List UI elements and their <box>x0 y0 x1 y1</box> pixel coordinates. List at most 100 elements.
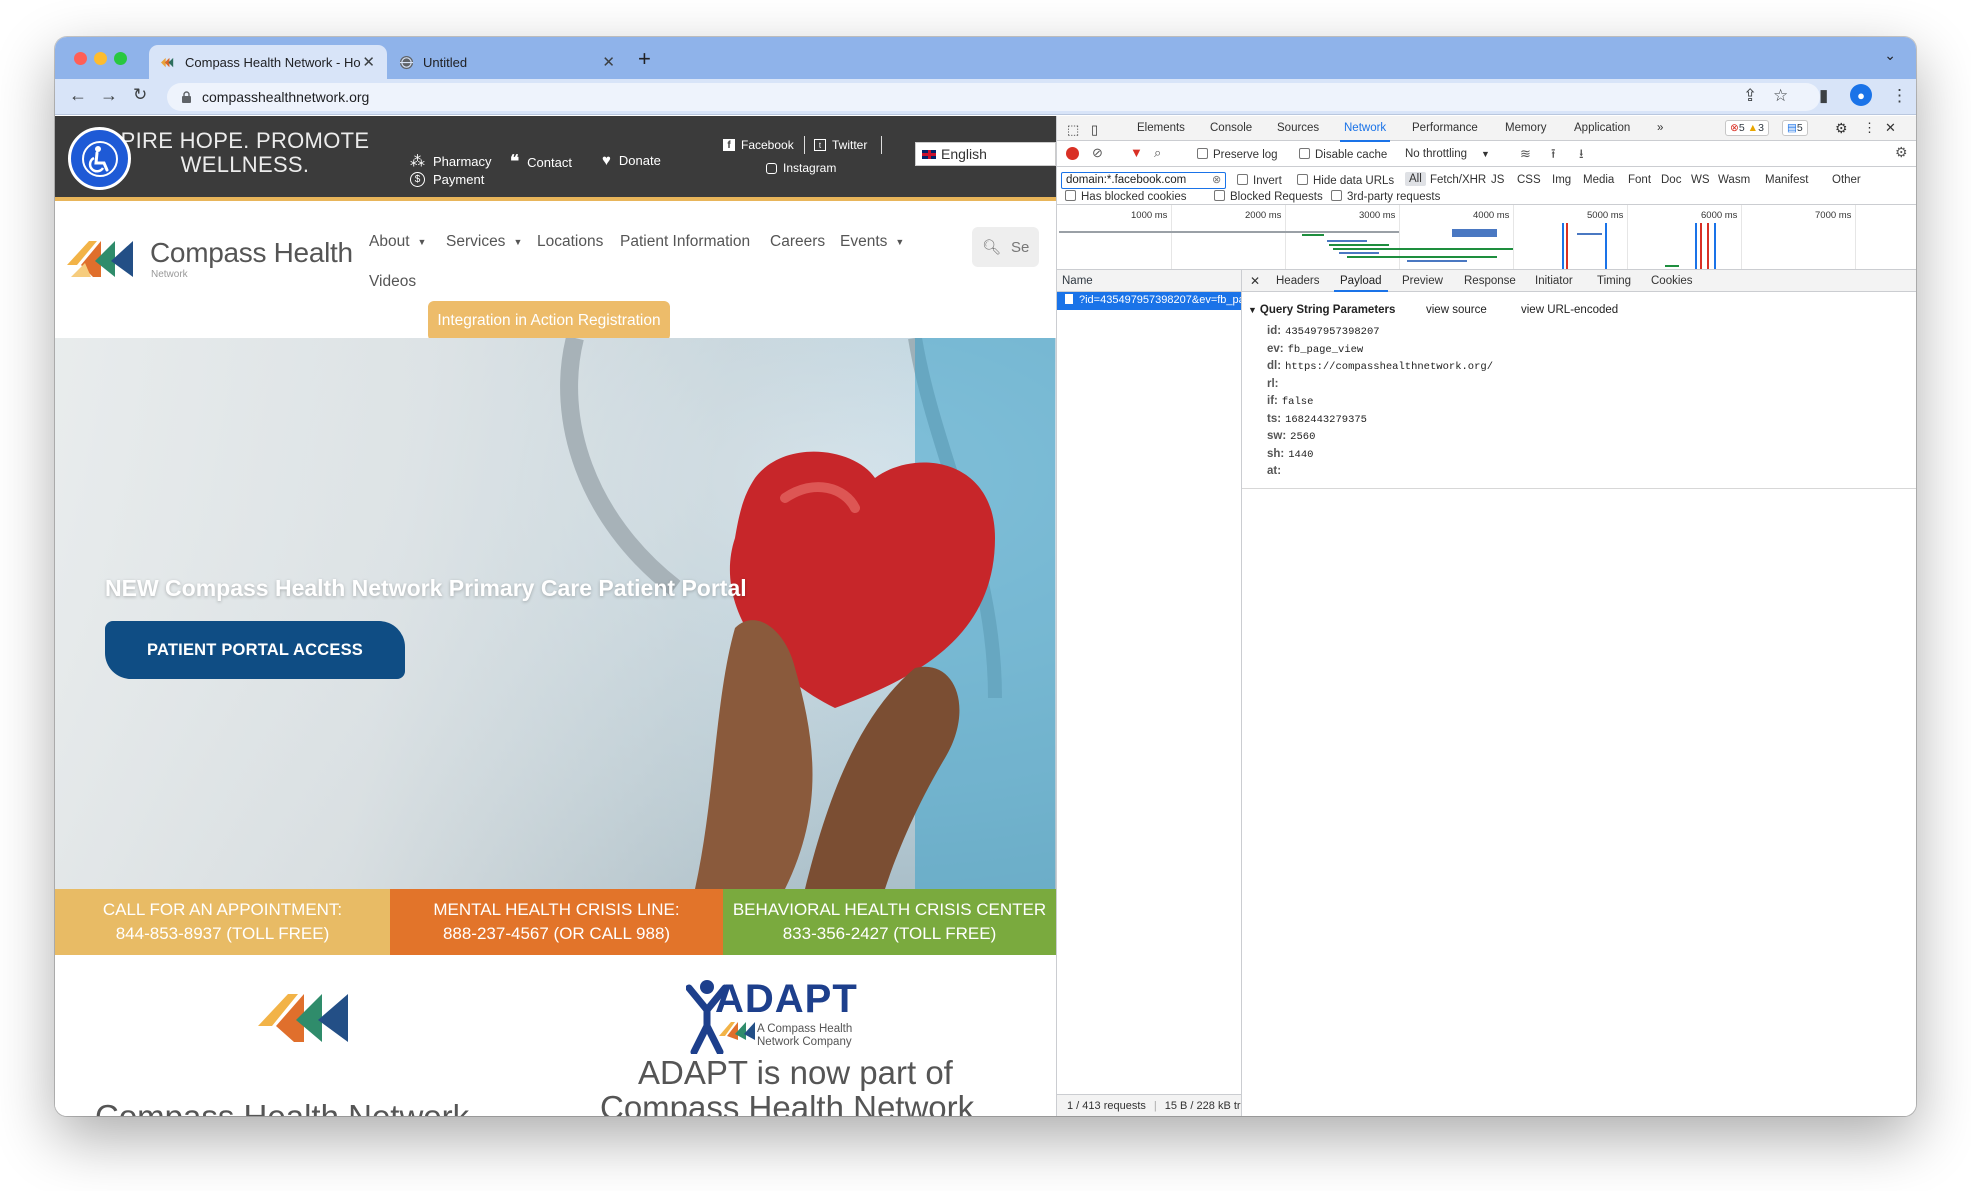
blocked-requests-checkbox[interactable]: Blocked Requests <box>1214 190 1323 203</box>
filter-css[interactable]: CSS <box>1517 174 1541 186</box>
import-har-icon[interactable]: ⭱ <box>1551 145 1556 167</box>
site-search[interactable]: 🔍︎ Se <box>972 227 1039 267</box>
nav-about[interactable]: About ▼ <box>369 233 426 251</box>
accessibility-icon[interactable] <box>68 127 131 190</box>
nav-patient-information[interactable]: Patient Information <box>620 233 750 251</box>
clear-icon[interactable]: ⊘ <box>1092 145 1103 161</box>
throttling-select[interactable]: No throttling ▼ <box>1405 148 1490 160</box>
tab-headers[interactable]: Headers <box>1276 275 1319 287</box>
twitter-link[interactable]: t Twitter <box>814 138 867 152</box>
devtools-menu-icon[interactable]: ⋮ <box>1863 120 1876 136</box>
clear-filter-icon[interactable]: ⊗ <box>1212 173 1221 186</box>
new-tab-icon[interactable]: + <box>638 46 651 72</box>
tab-payload[interactable]: Payload <box>1334 275 1388 292</box>
back-icon[interactable]: ← <box>69 85 87 106</box>
integration-registration-button[interactable]: Integration in Action Registration <box>428 301 670 341</box>
filter-ws[interactable]: WS <box>1691 174 1710 186</box>
query-string-section-toggle[interactable]: ▼ Query String Parameters <box>1248 304 1395 316</box>
contact-link[interactable]: ❝ Contact <box>510 152 572 172</box>
close-window-button[interactable] <box>74 52 87 65</box>
instagram-link[interactable]: Instagram <box>766 161 836 175</box>
filter-doc[interactable]: Doc <box>1661 174 1681 186</box>
tab-sources[interactable]: Sources <box>1277 122 1319 134</box>
hide-data-urls-checkbox[interactable]: Hide data URLs <box>1297 174 1394 187</box>
maximize-window-button[interactable] <box>114 52 127 65</box>
reload-icon[interactable]: ↻ <box>133 85 147 105</box>
tab-response[interactable]: Response <box>1464 275 1516 287</box>
tab-application[interactable]: Application <box>1574 122 1630 134</box>
brand-name[interactable]: Compass Health <box>150 237 353 269</box>
tab-search-icon[interactable]: ⌄ <box>1884 47 1896 64</box>
nav-events[interactable]: Events ▼ <box>840 233 904 251</box>
filter-font[interactable]: Font <box>1628 174 1651 186</box>
side-panel-icon[interactable]: ▮ <box>1819 86 1828 106</box>
more-tabs-icon[interactable]: » <box>1657 122 1663 134</box>
filter-input[interactable]: domain:*.facebook.com <box>1061 172 1226 189</box>
crisis-line-band[interactable]: MENTAL HEALTH CRISIS LINE: 888-237-4567 … <box>390 889 723 955</box>
filter-all[interactable]: All <box>1405 172 1426 186</box>
disable-cache-checkbox[interactable]: Disable cache <box>1299 148 1387 161</box>
close-tab-icon[interactable]: ✕ <box>602 53 615 71</box>
menu-kebab-icon[interactable]: ⋮ <box>1891 86 1908 106</box>
inspect-element-icon[interactable]: ⬚ <box>1067 122 1079 138</box>
nav-careers[interactable]: Careers <box>770 233 825 251</box>
invert-checkbox[interactable]: Invert <box>1237 174 1282 187</box>
tab-elements[interactable]: Elements <box>1137 122 1185 134</box>
nav-videos[interactable]: Videos <box>369 273 416 291</box>
payment-link[interactable]: $ Payment <box>410 172 484 187</box>
messages-badge[interactable]: ▤ 5 <box>1782 120 1808 136</box>
network-timeline-overview[interactable]: 1000 ms 2000 ms 3000 ms 4000 ms 5000 ms … <box>1057 205 1916 270</box>
tab-timing[interactable]: Timing <box>1597 275 1631 287</box>
filter-manifest[interactable]: Manifest <box>1765 174 1808 186</box>
filter-icon[interactable]: ▼ <box>1130 145 1143 160</box>
patient-portal-access-button[interactable]: PATIENT PORTAL ACCESS <box>105 621 405 679</box>
nav-services[interactable]: Services ▼ <box>446 233 522 251</box>
view-url-encoded-link[interactable]: view URL-encoded <box>1521 304 1618 316</box>
settings-gear-icon[interactable]: ⚙ <box>1835 120 1848 137</box>
filter-media[interactable]: Media <box>1583 174 1614 186</box>
network-conditions-icon[interactable]: ≋ <box>1520 146 1531 162</box>
tab-memory[interactable]: Memory <box>1505 122 1547 134</box>
share-icon[interactable]: ⇪ <box>1743 86 1757 106</box>
issues-badge[interactable]: ⊗ 5 ▲ 3 <box>1725 120 1769 136</box>
preserve-log-checkbox[interactable]: Preserve log <box>1197 148 1278 161</box>
filter-other[interactable]: Other <box>1832 174 1861 186</box>
forward-icon[interactable]: → <box>100 85 118 106</box>
facebook-link[interactable]: f Facebook <box>723 138 794 152</box>
tab-preview[interactable]: Preview <box>1402 275 1443 287</box>
filter-img[interactable]: Img <box>1552 174 1571 186</box>
tab-console[interactable]: Console <box>1210 122 1252 134</box>
pharmacy-link[interactable]: ⁂ Pharmacy <box>410 152 492 170</box>
tab-network[interactable]: Network <box>1339 122 1391 142</box>
device-toolbar-icon[interactable]: ▯ <box>1091 122 1098 138</box>
compass-health-logo-icon[interactable] <box>67 237 139 279</box>
close-devtools-icon[interactable]: ✕ <box>1885 120 1896 136</box>
third-party-checkbox[interactable]: 3rd-party requests <box>1331 190 1440 203</box>
language-select[interactable]: English <box>915 142 1056 166</box>
export-har-icon[interactable]: ⭳ <box>1579 145 1584 167</box>
appointment-band[interactable]: CALL FOR AN APPOINTMENT: 844-853-8937 (T… <box>55 889 390 955</box>
filter-fetch-xhr[interactable]: Fetch/XHR <box>1430 174 1486 186</box>
bookmark-star-icon[interactable]: ☆ <box>1773 86 1788 106</box>
address-bar[interactable]: compasshealthnetwork.org <box>167 83 1820 111</box>
blocked-cookies-checkbox[interactable]: Has blocked cookies <box>1065 190 1186 203</box>
close-tab-icon[interactable]: ✕ <box>362 53 375 71</box>
tab-cookies[interactable]: Cookies <box>1651 275 1693 287</box>
request-row[interactable]: ?id=435497957398207&ev=fb_pa... <box>1057 292 1241 310</box>
tab-compass-health[interactable]: Compass Health Network - Ho ✕ <box>149 45 387 79</box>
filter-wasm[interactable]: Wasm <box>1718 174 1750 186</box>
record-icon[interactable] <box>1066 147 1079 160</box>
donate-link[interactable]: ♥ Donate <box>602 152 661 169</box>
filter-js[interactable]: JS <box>1491 174 1504 186</box>
search-icon[interactable]: ⌕ <box>1154 145 1161 161</box>
minimize-window-button[interactable] <box>94 52 107 65</box>
close-details-icon[interactable]: ✕ <box>1250 274 1260 288</box>
crisis-center-band[interactable]: BEHAVIORAL HEALTH CRISIS CENTER 833-356-… <box>723 889 1056 955</box>
network-settings-icon[interactable]: ⚙ <box>1895 144 1908 161</box>
tab-untitled[interactable]: Untitled ✕ <box>387 45 627 79</box>
nav-locations[interactable]: Locations <box>537 233 603 251</box>
tab-initiator[interactable]: Initiator <box>1535 275 1573 287</box>
name-column-header[interactable]: Name <box>1057 270 1241 292</box>
profile-avatar-icon[interactable]: ● <box>1850 84 1872 106</box>
view-source-link[interactable]: view source <box>1426 304 1487 316</box>
